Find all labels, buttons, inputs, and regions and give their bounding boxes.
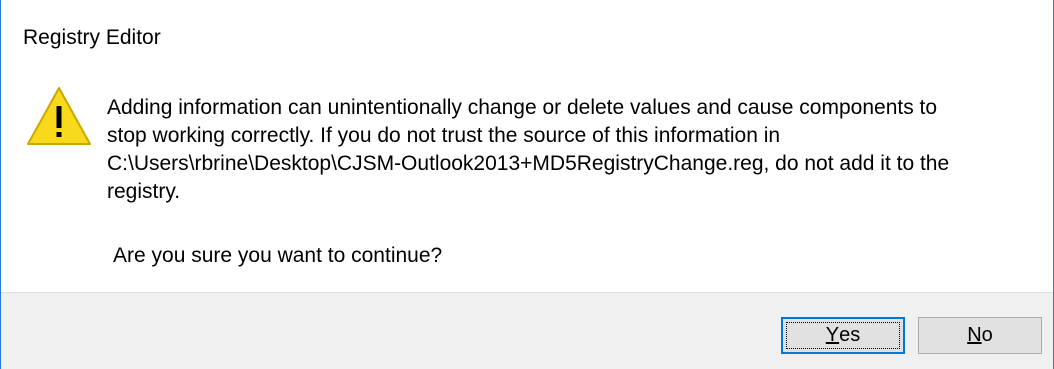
no-button[interactable]: No (918, 317, 1042, 354)
message-line: registry. (107, 180, 181, 203)
title-bar[interactable]: Registry Editor (1, 0, 1053, 70)
warning-message: Adding information can unintentionally c… (107, 94, 1037, 206)
warning-icon (27, 87, 91, 145)
warning-exclamation-bar (56, 106, 62, 128)
button-bar: Yes No (1, 292, 1053, 369)
message-line: Adding information can unintentionally c… (107, 96, 938, 119)
confirmation-question: Are you sure you want to continue? (113, 244, 443, 267)
yes-button[interactable]: Yes (781, 317, 905, 354)
dialog-content: Adding information can unintentionally c… (1, 70, 1053, 292)
warning-exclamation-dot (56, 132, 62, 137)
focus-indicator (786, 322, 900, 349)
message-line: stop working correctly. If you do not tr… (107, 124, 781, 147)
no-label-rest: o (981, 324, 993, 346)
registry-editor-dialog: Registry Editor Adding information can u… (0, 0, 1054, 369)
window-title: Registry Editor (23, 26, 161, 49)
no-mnemonic: N (967, 324, 982, 346)
message-line: C:\Users\rbrine\Desktop\CJSM-Outlook2013… (107, 152, 950, 175)
